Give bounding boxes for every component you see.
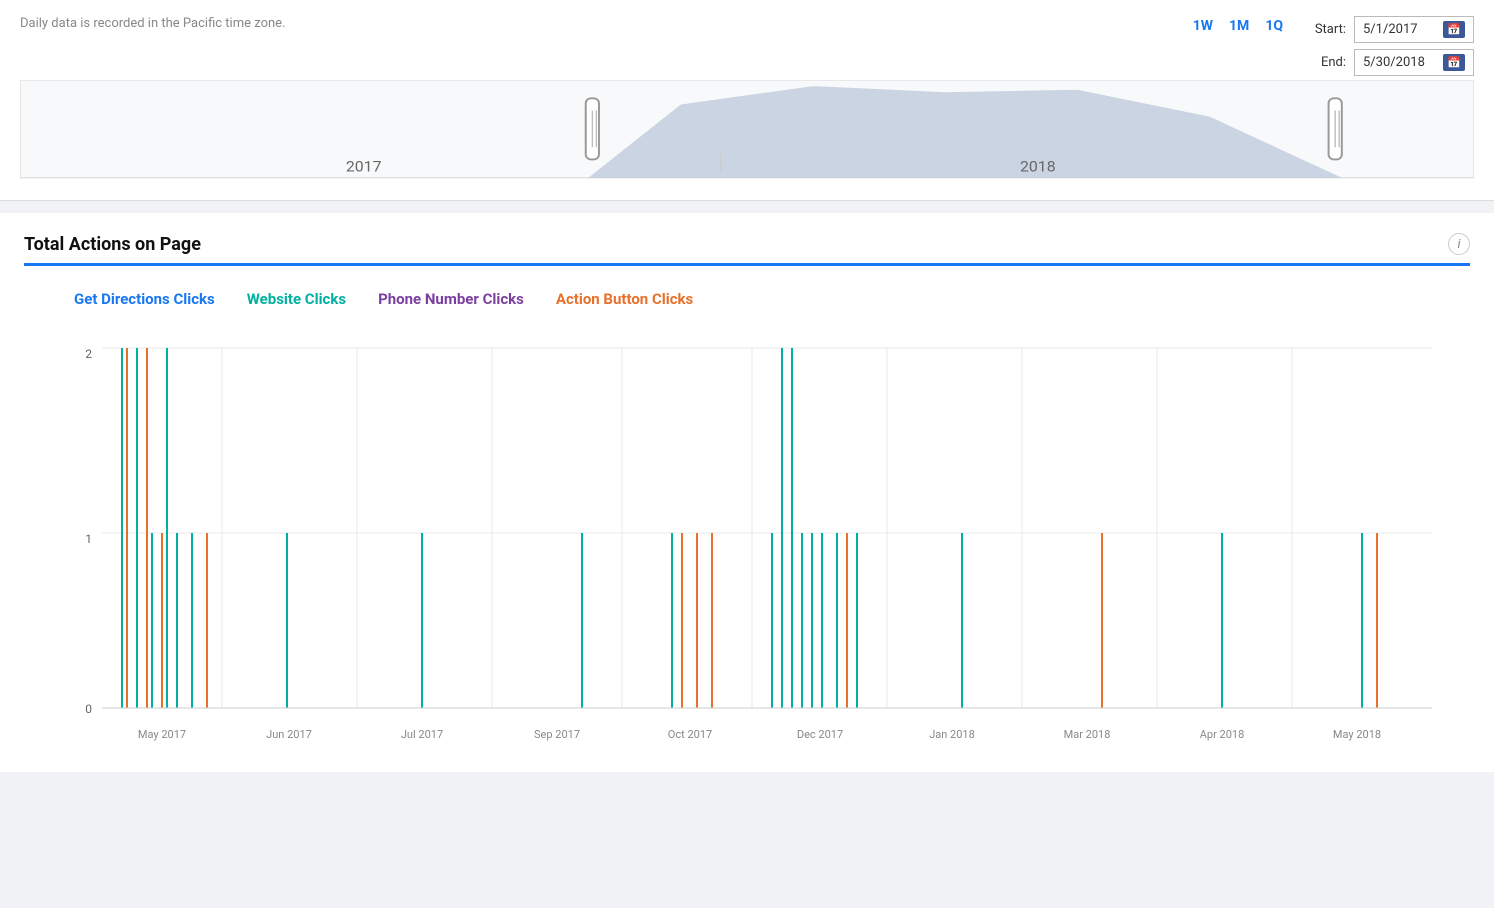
svg-text:Jun 2017: Jun 2017: [266, 728, 312, 741]
svg-text:2017: 2017: [346, 158, 382, 175]
legend-website-clicks: Website Clicks: [247, 290, 346, 308]
end-cal-icon: 📅: [1443, 54, 1465, 71]
svg-text:2: 2: [85, 347, 92, 361]
end-date-input[interactable]: 5/30/2018 📅: [1354, 49, 1474, 76]
quick-ranges: 1W 1M 1Q: [1189, 16, 1287, 36]
timeline-svg: 2017 2018: [20, 80, 1474, 190]
start-date-row: Start: 5/1/2017 📅: [1311, 16, 1474, 43]
svg-text:Mar 2018: Mar 2018: [1064, 728, 1111, 741]
svg-text:Dec 2017: Dec 2017: [797, 728, 843, 741]
quick-range-1w[interactable]: 1W: [1189, 16, 1217, 36]
end-date-row: End: 5/30/2018 📅: [1311, 49, 1474, 76]
legend-get-directions: Get Directions Clicks: [74, 290, 215, 308]
svg-text:1: 1: [85, 532, 92, 546]
legend-action-clicks: Action Button Clicks: [556, 290, 693, 308]
end-label: End:: [1311, 55, 1346, 70]
info-icon[interactable]: i: [1448, 233, 1470, 255]
svg-text:2018: 2018: [1020, 158, 1056, 175]
chart-area: 2 1 0: [74, 328, 1460, 752]
svg-text:May 2017: May 2017: [138, 728, 186, 741]
svg-text:0: 0: [85, 702, 92, 716]
timeline-area[interactable]: 2017 2018: [20, 80, 1474, 190]
start-label: Start:: [1311, 22, 1346, 37]
svg-text:Jul 2017: Jul 2017: [401, 728, 443, 741]
date-inputs: Start: 5/1/2017 📅 End: 5/30/2018 📅: [1311, 16, 1474, 76]
svg-text:May 2018: May 2018: [1333, 728, 1381, 741]
chart-legend: Get Directions Clicks Website Clicks Pho…: [74, 290, 1470, 308]
section-title: Total Actions on Page: [24, 234, 201, 255]
quick-range-1m[interactable]: 1M: [1225, 16, 1253, 36]
start-date-input[interactable]: 5/1/2017 📅: [1354, 16, 1474, 43]
timezone-note: Daily data is recorded in the Pacific ti…: [20, 16, 286, 31]
main-section: Total Actions on Page i Get Directions C…: [0, 213, 1494, 772]
svg-text:Oct 2017: Oct 2017: [668, 728, 712, 741]
chart-svg: 2 1 0: [74, 328, 1460, 748]
svg-text:Apr 2018: Apr 2018: [1200, 728, 1245, 741]
svg-text:Jan 2018: Jan 2018: [929, 728, 975, 741]
section-header: Total Actions on Page i: [24, 233, 1470, 266]
start-cal-icon: 📅: [1443, 21, 1465, 38]
svg-text:Sep 2017: Sep 2017: [534, 728, 580, 741]
top-section: Daily data is recorded in the Pacific ti…: [0, 0, 1494, 201]
legend-phone-clicks: Phone Number Clicks: [378, 290, 524, 308]
quick-range-1q[interactable]: 1Q: [1261, 16, 1287, 36]
